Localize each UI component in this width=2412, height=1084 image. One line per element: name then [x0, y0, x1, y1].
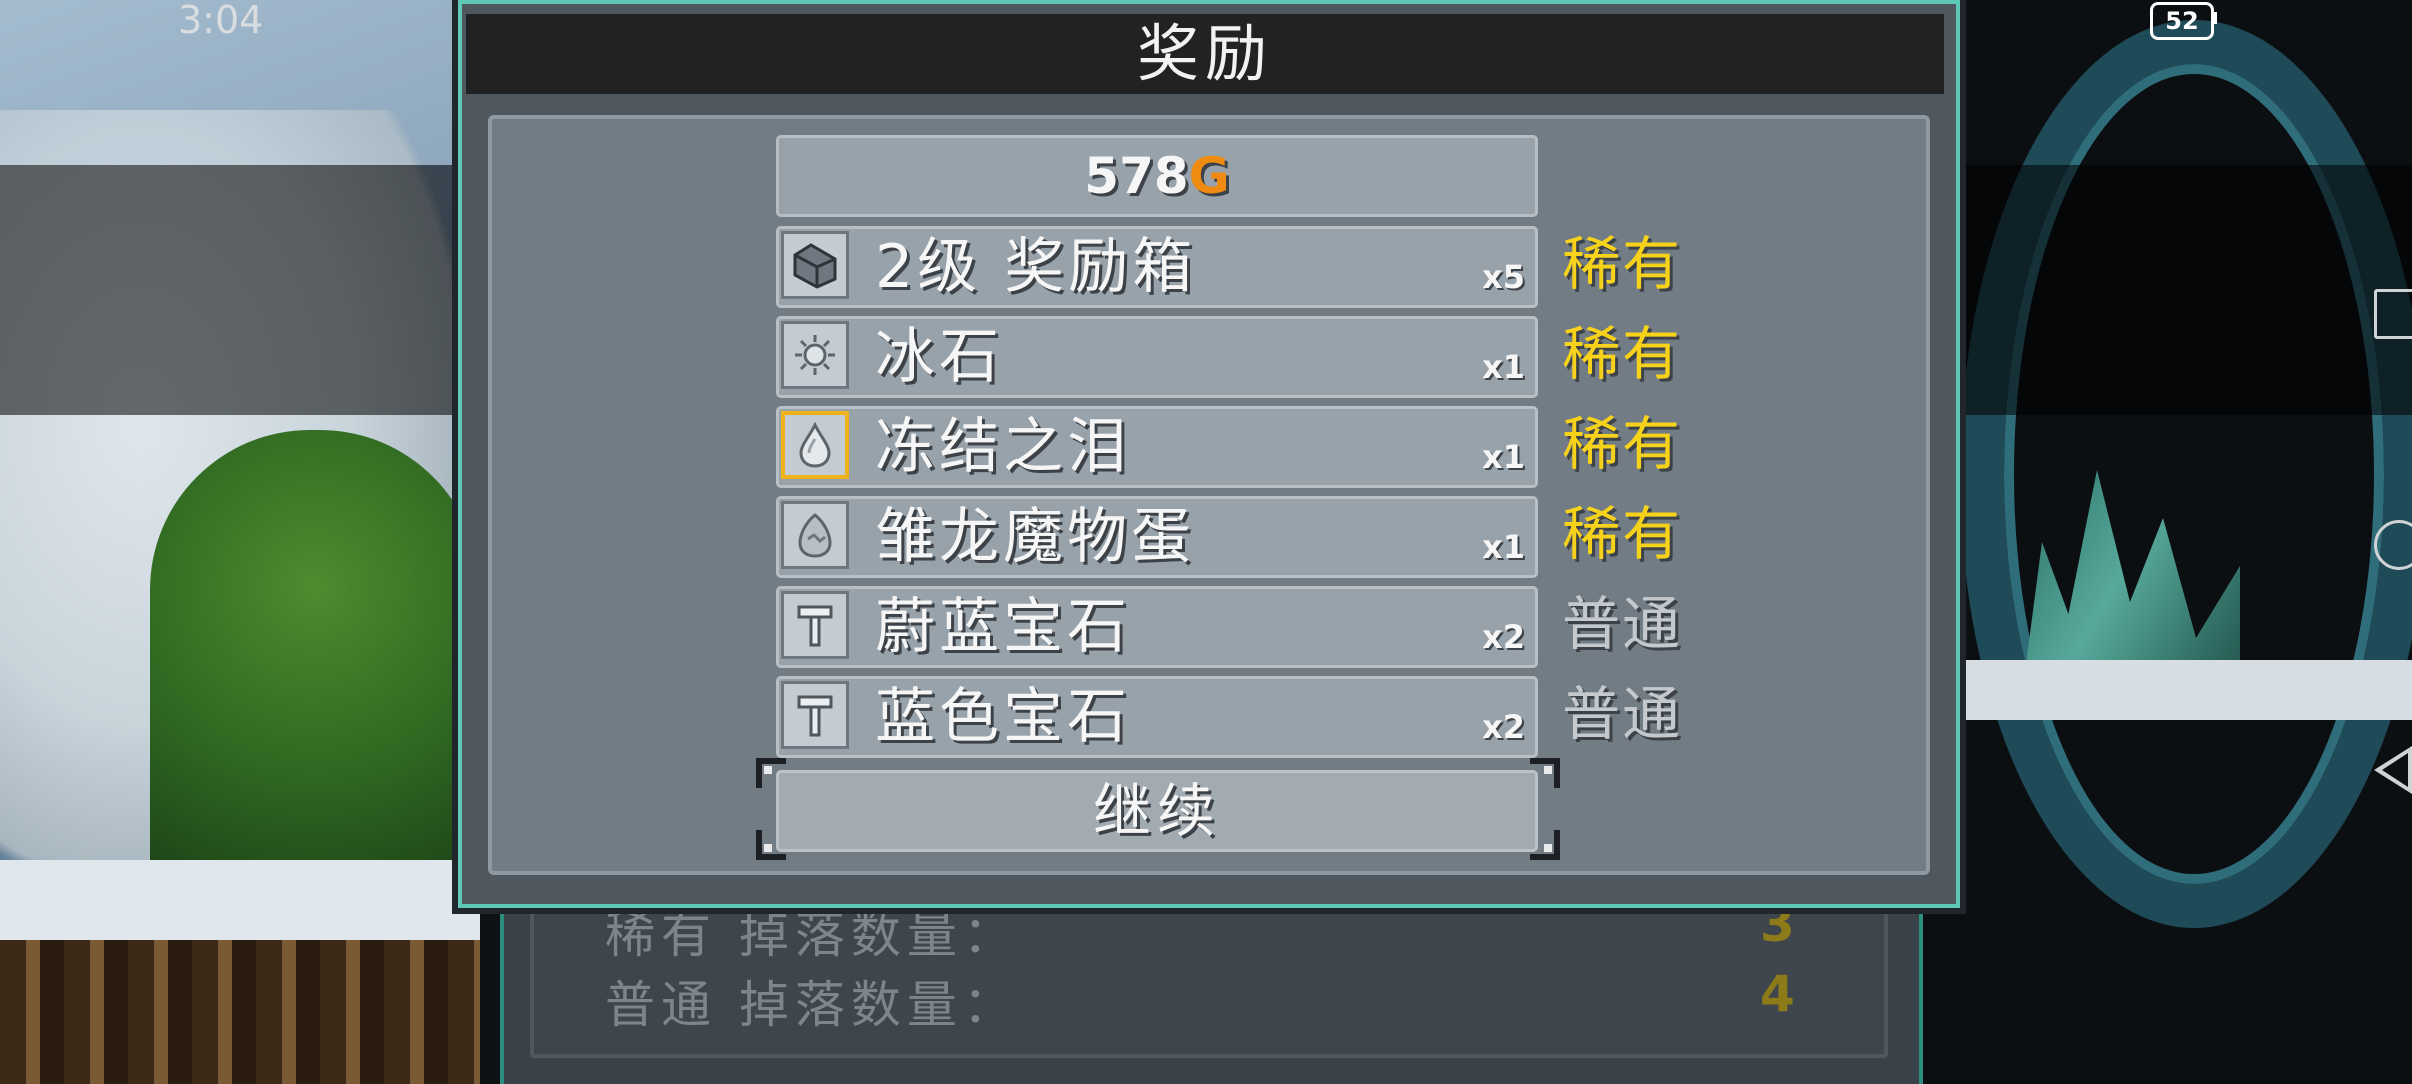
- item-rarity: 普通: [1562, 680, 1683, 748]
- item-name: 蔚蓝宝石: [875, 592, 1131, 662]
- item-rarity: 稀有: [1562, 320, 1683, 388]
- back-button[interactable]: [2374, 746, 2412, 794]
- selection-bracket-icon: [1530, 758, 1560, 788]
- item-quantity: x1: [1482, 528, 1525, 566]
- item-name: 冻结之泪: [875, 412, 1131, 482]
- item-rarity: 稀有: [1562, 410, 1683, 478]
- ground-roots: [0, 940, 480, 1084]
- recent-apps-button[interactable]: [2374, 289, 2412, 339]
- gold-reward: 578G: [776, 135, 1538, 217]
- frozen-tear-icon: [781, 411, 849, 479]
- gem-icon: [781, 591, 849, 659]
- item-quantity: x2: [1482, 708, 1525, 746]
- snow-ground: [0, 860, 480, 940]
- item-name: 冰石: [875, 322, 1003, 392]
- selection-bracket-icon: [756, 830, 786, 860]
- egg-icon: [781, 501, 849, 569]
- battery-tip: [2213, 12, 2217, 24]
- item-rarity: 普通: [1562, 590, 1683, 658]
- item-rarity: 稀有: [1562, 500, 1683, 568]
- crystal-cave-ring: [1960, 20, 2412, 928]
- battery-icon: 52: [2150, 2, 2214, 40]
- gem-icon: [781, 681, 849, 749]
- status-time: 3:04: [178, 0, 264, 42]
- gold-amount: 578: [1084, 147, 1189, 205]
- selection-bracket-icon: [756, 758, 786, 788]
- item-quantity: x1: [1482, 438, 1525, 476]
- gold-unit: G: [1188, 147, 1230, 205]
- reward-item[interactable]: 冻结之泪 x1: [776, 406, 1538, 488]
- cave-snow-ground: [1930, 660, 2412, 720]
- continue-button[interactable]: 继续: [776, 770, 1538, 852]
- chest-icon: [781, 231, 849, 299]
- reward-item[interactable]: 蓝色宝石 x2: [776, 676, 1538, 758]
- reward-item[interactable]: 蔚蓝宝石 x2: [776, 586, 1538, 668]
- item-quantity: x1: [1482, 348, 1525, 386]
- modal-title: 奖励: [1136, 17, 1273, 90]
- reward-item[interactable]: 雏龙魔物蛋 x1: [776, 496, 1538, 578]
- item-quantity: x5: [1482, 258, 1525, 296]
- item-name: 2级 奖励箱: [875, 232, 1197, 302]
- item-rarity: 稀有: [1562, 230, 1683, 298]
- reward-item[interactable]: 2级 奖励箱 x5: [776, 226, 1538, 308]
- ice-stone-icon: [781, 321, 849, 389]
- item-quantity: x2: [1482, 618, 1525, 656]
- common-drops-value: 4: [1760, 965, 1795, 1023]
- common-drops-label: 普通 掉落数量：: [605, 976, 1019, 1034]
- item-name: 雏龙魔物蛋: [875, 502, 1195, 572]
- reward-item[interactable]: 冰石 x1: [776, 316, 1538, 398]
- item-name: 蓝色宝石: [875, 682, 1131, 752]
- selection-bracket-icon: [1530, 830, 1560, 860]
